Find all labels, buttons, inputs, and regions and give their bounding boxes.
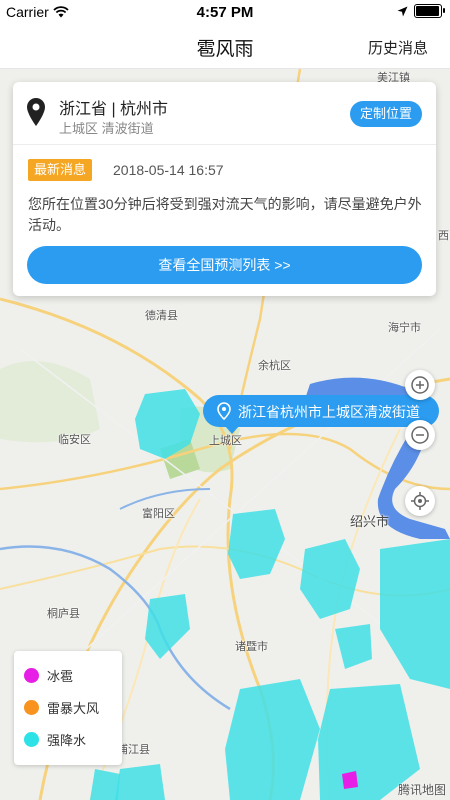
province-city-label: 浙江省 | 杭州市 (59, 101, 169, 118)
map-label-deqing: 德清县 (145, 310, 178, 322)
map-watermark: 腾讯地图 (397, 783, 446, 797)
alert-message: 您所在位置30分钟后将受到强对流天气的影响，请尽量避免户外活动。 (28, 196, 422, 233)
zoom-out-icon (411, 426, 429, 444)
latest-message-badge: 最新消息 (28, 159, 93, 181)
zoom-in-button[interactable] (405, 370, 435, 400)
legend-label: 雷暴大风 (47, 700, 100, 716)
legend-item: 强降水 (24, 729, 86, 749)
zoom-out-button[interactable] (405, 420, 435, 450)
status-bar: Carrier 4:57 PM (0, 0, 450, 24)
location-pin-icon (217, 402, 231, 420)
locate-button[interactable] (405, 486, 435, 516)
status-right-group (397, 4, 445, 18)
status-time: 4:57 PM (196, 4, 254, 21)
legend-color-dot (24, 731, 39, 747)
history-messages-button[interactable]: 历史消息 (368, 37, 428, 58)
alert-card: 浙江省 | 杭州市 上城区 清波街道 定制位置 最新消息 2018-05-14 … (13, 82, 436, 296)
district-street-label: 上城区 清波街道 (59, 121, 154, 136)
location-bubble-text: 浙江省杭州市上城区清波街道 (238, 404, 420, 420)
map-label-haining: 海宁市 (388, 322, 421, 334)
legend-item: 雷暴大风 (24, 697, 99, 717)
map-label-shaoxing: 绍兴市 (350, 514, 390, 529)
legend: 冰雹 雷暴大风 强降水 (14, 651, 122, 765)
custom-location-button[interactable]: 定制位置 (349, 101, 422, 127)
battery-icon (414, 4, 445, 18)
map-label-xi: 西 (438, 230, 449, 242)
map-label-zhuji: 诸暨市 (235, 641, 268, 653)
map-label-fuyang: 富阳区 (142, 508, 175, 520)
legend-color-dot (24, 667, 39, 683)
location-arrow-icon (397, 6, 408, 16)
legend-label: 冰雹 (47, 668, 74, 684)
battery-fill (416, 6, 440, 16)
map-label-yuhang: 余杭区 (258, 360, 291, 372)
nav-bar: 雹风雨 历史消息 (0, 24, 450, 69)
location-section: 浙江省 | 杭州市 上城区 清波街道 定制位置 (13, 82, 436, 145)
legend-item: 冰雹 (24, 665, 73, 685)
zoom-in-icon (411, 376, 429, 394)
legend-label: 强降水 (47, 732, 87, 748)
national-forecast-button[interactable]: 查看全国预测列表 >> (27, 246, 422, 284)
map-label-tonglu: 桐庐县 (47, 608, 80, 620)
map-pin-icon (27, 98, 45, 126)
locate-icon (411, 492, 429, 510)
message-datetime: 2018-05-14 16:57 (113, 162, 224, 178)
legend-color-dot (24, 699, 39, 715)
location-bubble[interactable]: 浙江省杭州市上城区清波街道 (203, 395, 439, 434)
map-label-shangcheng: 上城区 (209, 435, 242, 447)
map-label-linan: 临安区 (58, 434, 91, 446)
